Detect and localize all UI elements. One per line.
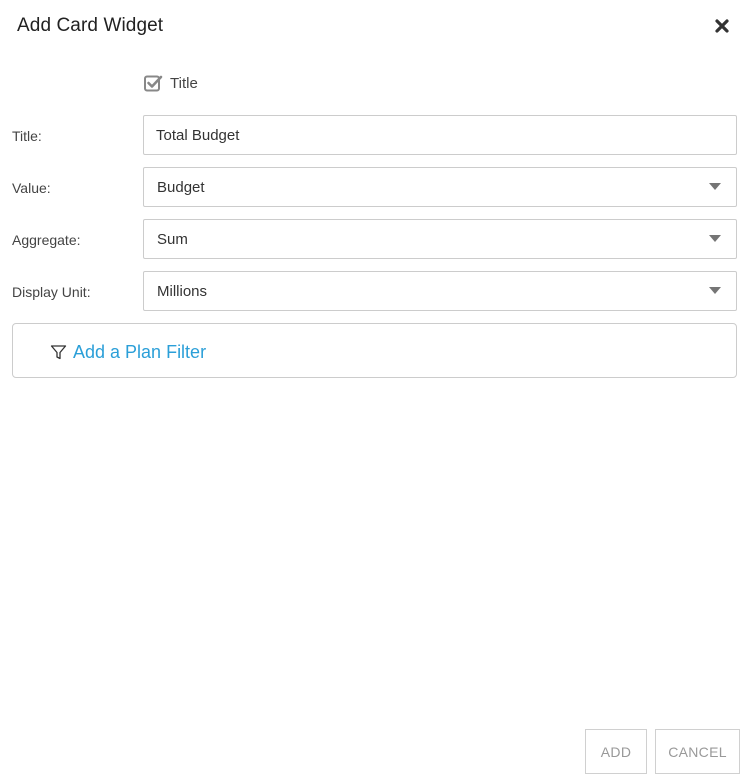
plan-filter-panel: Add a Plan Filter: [12, 323, 737, 378]
close-icon: [715, 19, 729, 33]
title-input[interactable]: [144, 116, 736, 154]
value-select[interactable]: Budget: [143, 167, 737, 207]
value-label: Value:: [12, 180, 51, 196]
filter-icon: [50, 345, 67, 360]
cancel-button[interactable]: CANCEL: [655, 729, 740, 774]
show-title-checkbox[interactable]: [144, 74, 163, 93]
chevron-down-icon: [709, 287, 721, 294]
display-unit-selected: Millions: [157, 283, 208, 300]
show-title-toggle[interactable]: Title: [144, 74, 198, 93]
aggregate-selected: Sum: [157, 231, 188, 248]
title-label: Title:: [12, 128, 42, 144]
aggregate-select[interactable]: Sum: [143, 219, 737, 259]
add-button[interactable]: ADD: [585, 729, 647, 774]
show-title-label: Title: [170, 75, 198, 92]
value-selected: Budget: [157, 179, 205, 196]
add-card-widget-dialog: Add Card Widget Title Title: Value: Budg…: [0, 0, 745, 781]
display-unit-label: Display Unit:: [12, 284, 91, 300]
display-unit-select[interactable]: Millions: [143, 271, 737, 311]
add-plan-filter-label: Add a Plan Filter: [73, 342, 207, 362]
checkbox-checked-icon: [144, 75, 163, 92]
chevron-down-icon: [709, 183, 721, 190]
add-plan-filter-link[interactable]: Add a Plan Filter: [50, 342, 206, 363]
dialog-title: Add Card Widget: [17, 15, 164, 36]
chevron-down-icon: [709, 235, 721, 242]
aggregate-label: Aggregate:: [12, 232, 81, 248]
close-button[interactable]: [711, 15, 733, 37]
title-field[interactable]: [143, 115, 737, 155]
